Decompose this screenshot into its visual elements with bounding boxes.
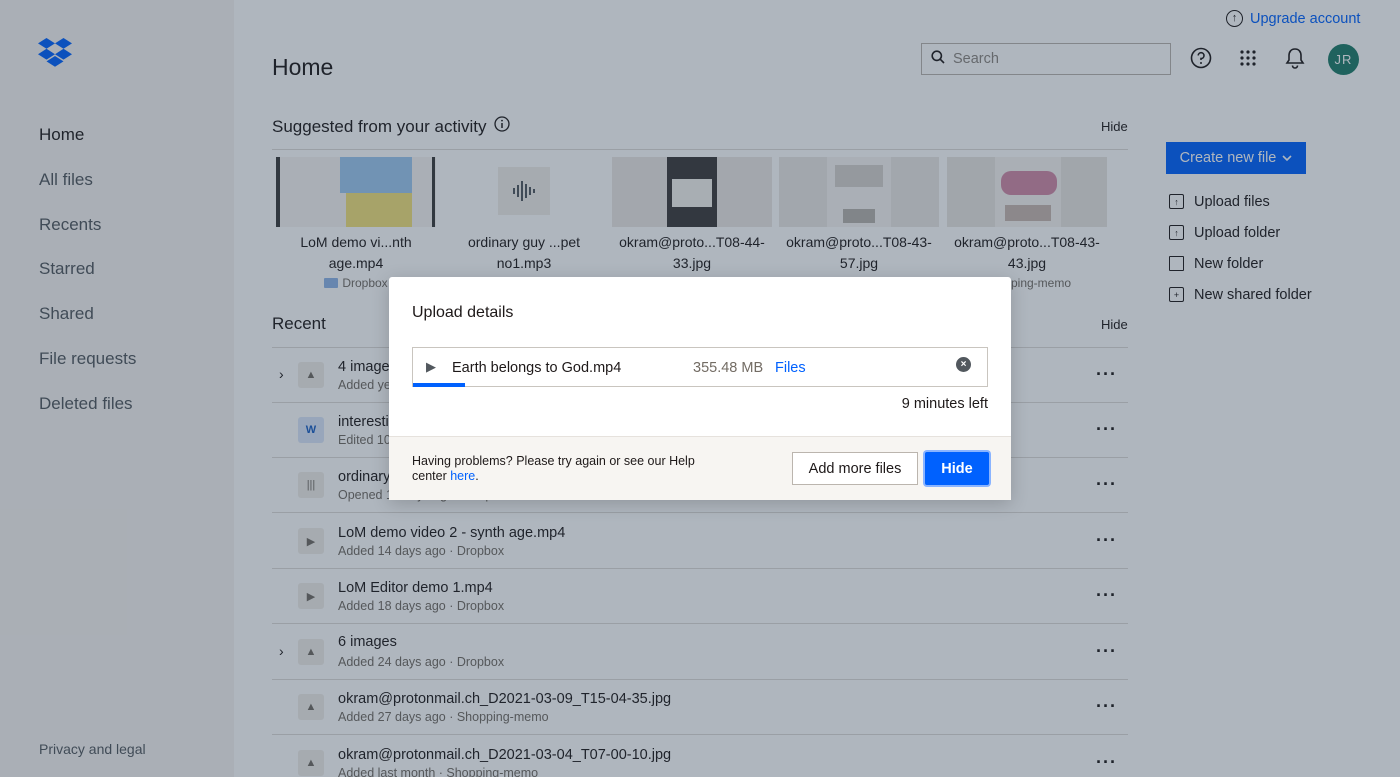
- dialog-footer: Having problems? Please try again or see…: [389, 436, 1011, 500]
- upload-details-dialog: Upload details ▶ Earth belongs to God.mp…: [389, 277, 1011, 500]
- upload-progress-bar: [413, 383, 465, 387]
- add-more-files-button[interactable]: Add more files: [792, 452, 918, 485]
- upload-file-name: Earth belongs to God.mp4: [452, 360, 622, 376]
- dialog-title: Upload details: [412, 304, 514, 321]
- cancel-upload-icon[interactable]: ×: [956, 357, 971, 372]
- upload-destination-link[interactable]: Files: [775, 360, 806, 376]
- time-left: 9 minutes left: [901, 396, 988, 412]
- upload-file-size: 355.48 MB: [693, 360, 764, 376]
- play-icon: ▶: [426, 359, 436, 374]
- help-center-link[interactable]: here: [450, 469, 475, 483]
- hide-button[interactable]: Hide: [925, 452, 989, 485]
- help-text: Having problems? Please try again or see…: [412, 454, 695, 483]
- upload-file-item: ▶ Earth belongs to God.mp4 355.48 MB Fil…: [412, 347, 988, 387]
